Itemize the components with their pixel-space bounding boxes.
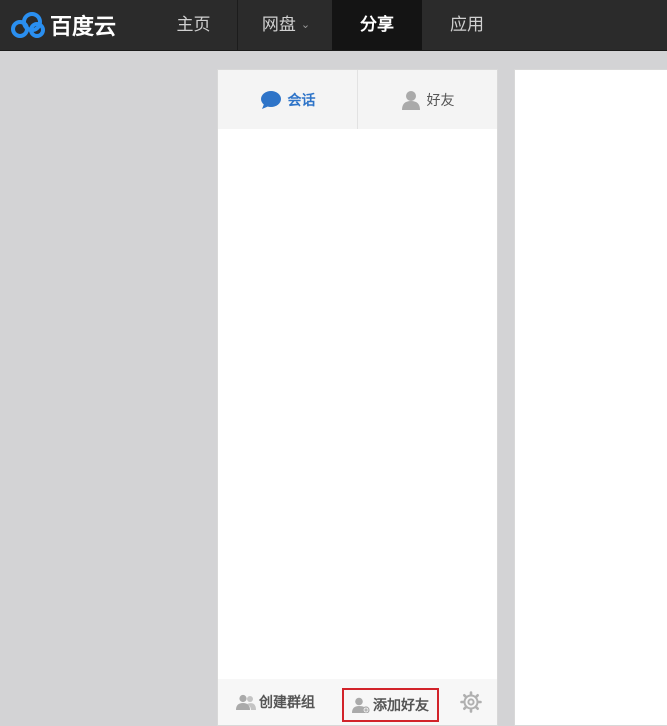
nav-home-label: 主页 bbox=[176, 15, 211, 35]
baidu-cloud-icon bbox=[11, 12, 45, 38]
chevron-down-icon: ⌄ bbox=[300, 18, 311, 31]
nav-netdisk[interactable]: 网盘 ⌄ bbox=[240, 0, 332, 50]
tab-friends-label: 好友 bbox=[426, 92, 455, 109]
group-icon bbox=[236, 694, 256, 710]
logo[interactable]: 百度云 bbox=[10, 8, 116, 42]
tab-chat-label: 会话 bbox=[287, 92, 316, 109]
conversation-panel: 会话 好友 创建群组 添加好友 bbox=[217, 69, 498, 726]
panel-footer: 创建群组 添加好友 bbox=[218, 679, 497, 725]
nav-home[interactable]: 主页 bbox=[150, 0, 238, 50]
add-user-icon bbox=[352, 697, 370, 713]
nav-apps[interactable]: 应用 bbox=[422, 0, 512, 50]
conversation-list[interactable] bbox=[218, 129, 497, 679]
nav-share-label: 分享 bbox=[360, 15, 394, 35]
add-friend-label: 添加好友 bbox=[373, 698, 429, 714]
nav-netdisk-label: 网盘 bbox=[261, 15, 296, 35]
top-navigation-bar: 百度云 主页 网盘 ⌄ 分享 应用 bbox=[0, 0, 667, 51]
user-icon bbox=[401, 90, 420, 110]
logo-text: 百度云 bbox=[50, 15, 117, 40]
gear-icon[interactable] bbox=[460, 691, 482, 713]
chat-bubble-icon bbox=[260, 90, 281, 109]
conversation-detail-panel bbox=[514, 69, 667, 726]
create-group-label: 创建群组 bbox=[259, 695, 315, 711]
tab-friends[interactable]: 好友 bbox=[358, 70, 497, 129]
nav-share[interactable]: 分享 bbox=[332, 0, 422, 50]
nav-apps-label: 应用 bbox=[450, 15, 484, 35]
create-group-button[interactable]: 创建群组 bbox=[236, 679, 315, 725]
add-friend-button[interactable]: 添加好友 bbox=[342, 688, 439, 722]
panel-tabs: 会话 好友 bbox=[218, 70, 497, 129]
tab-chat[interactable]: 会话 bbox=[218, 70, 358, 129]
